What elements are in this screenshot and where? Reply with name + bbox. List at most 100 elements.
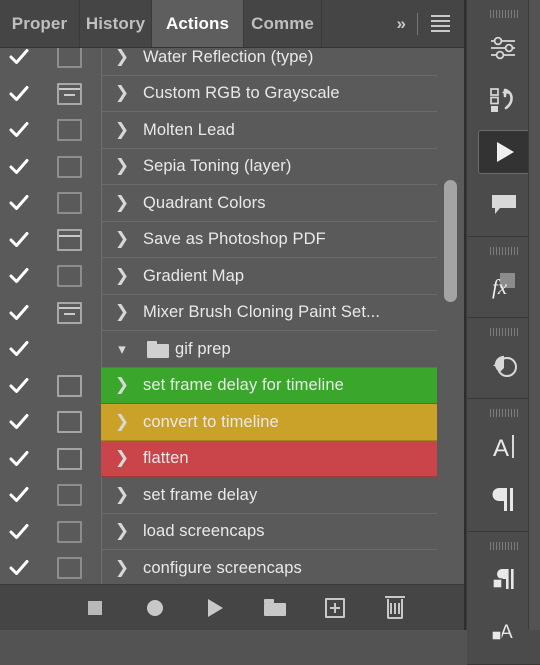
row-label: flatten	[143, 449, 189, 468]
table-row[interactable]: ❯ Molten Lead	[0, 112, 464, 149]
row-expander[interactable]: ❯	[101, 304, 143, 321]
table-row[interactable]: ❯ convert to timeline	[0, 397, 464, 448]
row-enable-checkbox[interactable]	[0, 340, 38, 358]
row-label: set frame delay for timeline	[143, 376, 344, 395]
row-enable-checkbox[interactable]	[0, 194, 38, 212]
actions-list[interactable]: ❯ Water Reflection (type) ❯ Custom RGB to G…	[0, 48, 464, 584]
row-dialog-toggle[interactable]	[38, 119, 101, 142]
row-dialog-toggle[interactable]	[38, 155, 101, 178]
row-expander[interactable]: ❯	[101, 158, 143, 175]
row-dialog-toggle[interactable]	[38, 301, 101, 324]
row-dialog-toggle[interactable]	[38, 447, 101, 470]
folder-expander[interactable]: ▾	[101, 342, 143, 357]
dialog-toggle-icon	[57, 301, 82, 324]
row-expander[interactable]: ❯	[101, 85, 143, 102]
chevron-right-icon: ❯	[114, 265, 130, 286]
paragraph-styles-icon	[491, 569, 514, 589]
row-enable-checkbox[interactable]	[0, 523, 38, 541]
row-enable-checkbox[interactable]	[0, 121, 38, 139]
scrollbar-thumb[interactable]	[444, 180, 457, 302]
table-row[interactable]: ❯ Save as Photoshop PDF	[0, 222, 464, 258]
row-dialog-toggle[interactable]	[38, 265, 101, 288]
row-enable-checkbox[interactable]	[0, 559, 38, 577]
new-action-button[interactable]	[322, 595, 348, 621]
row-dialog-toggle[interactable]	[38, 411, 101, 434]
row-enable-checkbox[interactable]	[0, 85, 38, 103]
record-button[interactable]	[142, 595, 168, 621]
table-row[interactable]: ❯ Water Reflection (type)	[0, 48, 464, 76]
stop-square-icon	[88, 600, 102, 615]
table-row[interactable]: ❯ Quadrant Colors	[0, 185, 464, 222]
play-button[interactable]	[202, 595, 228, 621]
new-set-button[interactable]	[262, 595, 288, 621]
row-expander[interactable]: ❯	[101, 484, 143, 505]
row-dialog-toggle[interactable]	[38, 48, 101, 69]
delete-button[interactable]	[382, 595, 408, 621]
tab-comments[interactable]: Comme	[244, 0, 323, 47]
tab-bar-controls: »	[386, 0, 464, 47]
table-row[interactable]: ❯ configure screencaps	[0, 550, 464, 584]
row-dialog-toggle[interactable]	[38, 228, 101, 251]
row-expander[interactable]: ❯	[101, 523, 143, 540]
plus-square-icon	[325, 597, 345, 618]
table-row[interactable]: ❯ set frame delay	[0, 477, 464, 514]
panel-menu-icon[interactable]	[427, 15, 454, 32]
row-enable-checkbox[interactable]	[0, 377, 38, 395]
row-dialog-toggle[interactable]	[38, 520, 101, 543]
row-expander[interactable]: ❯	[101, 121, 143, 139]
row-enable-checkbox[interactable]	[0, 413, 38, 431]
table-row[interactable]: ❯ Custom RGB to Grayscale	[0, 76, 464, 112]
row-enable-checkbox[interactable]	[0, 304, 38, 322]
vertical-scrollbar[interactable]	[441, 48, 459, 584]
overflow-chevrons-icon[interactable]: »	[387, 14, 415, 34]
row-label: Sepia Toning (layer)	[143, 157, 292, 176]
trash-icon	[385, 596, 405, 619]
table-row[interactable]: ▾ gif prep	[0, 331, 464, 368]
row-enable-checkbox[interactable]	[0, 48, 38, 66]
row-enable-checkbox[interactable]	[0, 158, 38, 176]
row-label: gif prep	[175, 339, 231, 358]
row-expander[interactable]: ❯	[101, 265, 143, 286]
chevron-right-icon: ❯	[114, 484, 130, 505]
row-expander[interactable]: ❯	[101, 192, 143, 213]
tab-properties[interactable]: Proper	[0, 0, 80, 47]
row-enable-checkbox[interactable]	[0, 486, 38, 504]
table-row[interactable]: ❯ set frame delay for timeline	[0, 360, 464, 411]
row-label: Quadrant Colors	[143, 193, 266, 212]
row-dialog-toggle[interactable]	[38, 484, 101, 507]
row-dialog-toggle[interactable]	[38, 192, 101, 215]
row-dialog-toggle[interactable]	[38, 82, 101, 105]
history-undo-icon	[489, 88, 513, 112]
row-expander[interactable]: ❯	[101, 48, 143, 66]
chevron-down-icon: ▾	[118, 340, 126, 358]
row-expander[interactable]: ❯	[101, 557, 143, 578]
table-row[interactable]: ❯ Sepia Toning (layer)	[0, 149, 464, 185]
row-enable-checkbox[interactable]	[0, 450, 38, 468]
dialog-toggle-icon	[57, 411, 82, 434]
row-enable-checkbox[interactable]	[0, 231, 38, 249]
row-enable-checkbox[interactable]	[0, 267, 38, 285]
tab-comments-label: Comme	[251, 13, 314, 33]
row-label: Molten Lead	[143, 120, 235, 139]
checkmark-icon	[9, 158, 29, 174]
stop-button[interactable]	[82, 595, 108, 621]
dialog-toggle-icon	[57, 48, 82, 69]
row-dialog-toggle[interactable]	[38, 338, 101, 360]
row-label: Custom RGB to Grayscale	[143, 84, 340, 103]
tab-actions[interactable]: Actions	[152, 0, 245, 47]
dialog-toggle-icon	[57, 155, 82, 178]
chevron-right-icon: ❯	[114, 411, 130, 432]
table-row[interactable]: ❯ Gradient Map	[0, 258, 464, 295]
row-expander[interactable]: ❯	[101, 231, 143, 248]
table-row[interactable]: ❯ Mixer Brush Cloning Paint Set...	[0, 295, 464, 331]
row-dialog-toggle[interactable]	[38, 557, 101, 580]
chevron-right-icon: ❯	[114, 557, 130, 578]
row-label: configure screencaps	[143, 558, 302, 577]
chevron-right-icon: ❯	[114, 192, 130, 213]
row-dialog-toggle[interactable]	[38, 374, 101, 397]
table-row[interactable]: ❯ flatten	[0, 433, 464, 484]
tab-history[interactable]: History	[80, 0, 152, 47]
row-label: set frame delay	[143, 485, 258, 504]
table-row[interactable]: ❯ load screencaps	[0, 514, 464, 550]
dialog-toggle-icon	[57, 265, 82, 288]
